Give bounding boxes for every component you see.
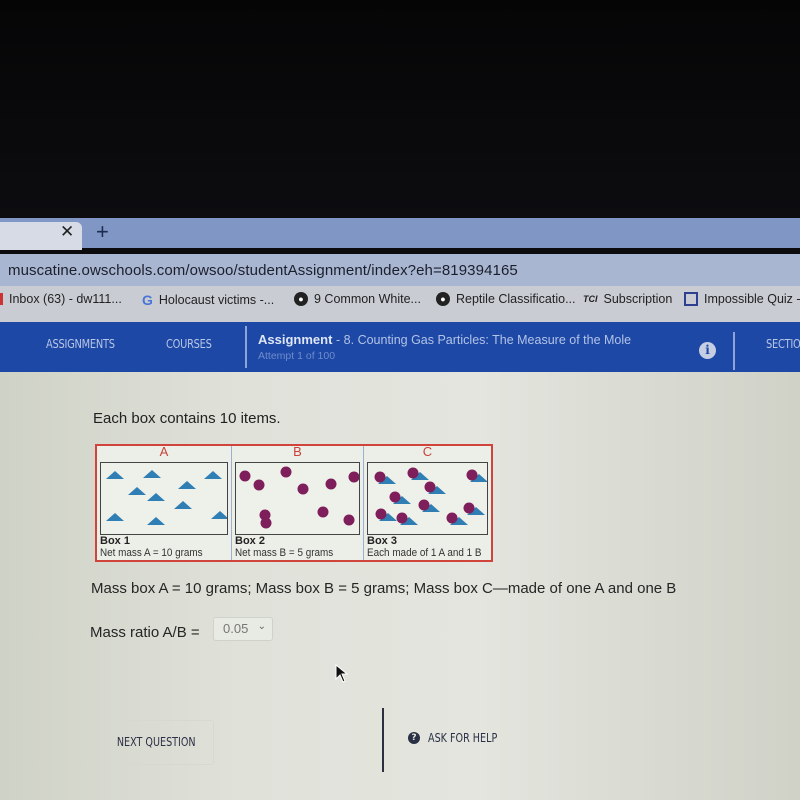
- assignment-label: Assignment: [258, 332, 333, 347]
- circle-particle: [325, 478, 337, 490]
- box-letter: B: [293, 444, 302, 459]
- circle-particle: [424, 481, 436, 493]
- footer-divider: [382, 708, 384, 772]
- circle-particle: [239, 470, 251, 482]
- box-b: [235, 462, 360, 535]
- triangle-particle: [106, 513, 124, 521]
- box-letter: A: [159, 444, 169, 459]
- bookmark-reptile[interactable]: ● Reptile Classificatio...: [436, 292, 576, 306]
- triangle-particle: [143, 470, 161, 478]
- window-icon: [684, 292, 698, 306]
- nav-courses[interactable]: COURSES: [166, 337, 212, 351]
- triangle-particle: [106, 471, 124, 479]
- gmail-icon: [0, 293, 3, 305]
- next-question-button[interactable]: NEXT QUESTION: [98, 720, 214, 765]
- attempt-counter: Attempt 1 of 100: [258, 350, 336, 362]
- mouse-cursor-icon: [335, 664, 349, 683]
- triangle-particle: [211, 511, 227, 519]
- bookmark-inbox[interactable]: Inbox (63) - dw111...: [0, 292, 122, 306]
- tab-strip: [0, 218, 800, 250]
- box-label: Box 1: [100, 535, 130, 547]
- circle-particle: [375, 508, 387, 520]
- nav-divider: [733, 332, 735, 370]
- circle-particle: [253, 479, 265, 491]
- bookmark-label: Holocaust victims -...: [158, 293, 275, 307]
- box-caption: Net mass A = 10 grams: [100, 547, 203, 559]
- tcr-icon: TCI: [583, 294, 598, 304]
- nav-assignments[interactable]: ASSIGNMENTS: [46, 337, 115, 351]
- bookmark-subscription[interactable]: TCI Subscription: [583, 292, 672, 306]
- bookmark-common-white[interactable]: ● 9 Common White...: [294, 292, 421, 306]
- box-c: [367, 462, 488, 535]
- chevron-down-icon: ⌄: [257, 621, 266, 632]
- triangles-group: [106, 470, 227, 525]
- new-tab-icon[interactable]: +: [96, 219, 109, 245]
- monitor-bezel: [0, 0, 800, 218]
- triangle-particle: [204, 471, 222, 479]
- nav-sections[interactable]: SECTION: [766, 337, 800, 351]
- bookmark-label: 9 Common White...: [314, 292, 421, 306]
- box-caption: Net mass B = 5 grams: [235, 547, 334, 559]
- box-caption: Each made of 1 A and 1 B: [367, 547, 482, 559]
- box-a: [100, 462, 228, 535]
- ask-for-help-label: ASK FOR HELP: [428, 731, 498, 745]
- nav-divider: [245, 326, 247, 368]
- globe-icon: ●: [436, 292, 450, 306]
- circle-particle: [317, 506, 329, 518]
- bookmark-label: Reptile Classificatio...: [456, 292, 576, 306]
- ratio-dropdown[interactable]: 0.05 ⌄: [213, 617, 273, 641]
- assignment-name: - 8. Counting Gas Particles: The Measure…: [336, 333, 632, 347]
- bookmark-holocaust[interactable]: G Holocaust victims -...: [142, 292, 274, 308]
- circles-group: [239, 466, 359, 529]
- circle-particle: [297, 483, 309, 495]
- bookmark-impossible-quiz[interactable]: Impossible Quiz - U: [684, 292, 800, 306]
- triangle-particle: [178, 481, 196, 489]
- box-letter: C: [422, 444, 433, 459]
- circle-particle: [446, 512, 458, 524]
- top-nav: [0, 322, 800, 372]
- ratio-label: Mass ratio A/B =: [90, 624, 200, 641]
- panel-a: A Box 1 Net mass A = 10 grams: [97, 444, 231, 560]
- google-icon: G: [142, 292, 153, 308]
- pairs-group: [374, 467, 487, 525]
- circle-particle: [463, 502, 475, 514]
- url-text[interactable]: muscatine.owschools.com/owsoo/studentAss…: [8, 262, 518, 279]
- circle-particle: [343, 514, 355, 526]
- bookmark-label: Inbox (63) - dw111...: [9, 292, 122, 306]
- boxes-figure: A Box 1 Net mass A = 10 grams B Box 2 Ne…: [95, 444, 493, 562]
- circle-particle: [374, 471, 386, 483]
- circle-particle: [407, 467, 419, 479]
- box-label: Box 2: [235, 535, 265, 547]
- next-question-label: NEXT QUESTION: [116, 735, 196, 749]
- circle-particle: [466, 469, 478, 481]
- ratio-value: 0.05: [223, 621, 249, 636]
- circle-particle: [418, 499, 430, 511]
- bookmark-label: Impossible Quiz - U: [704, 292, 800, 306]
- mass-statement: Mass box A = 10 grams; Mass box B = 5 gr…: [91, 580, 677, 597]
- bookmark-label: Subscription: [603, 292, 673, 306]
- panel-b: B Box 2 Net mass B = 5 grams: [232, 444, 363, 560]
- globe-icon: ●: [294, 292, 308, 306]
- circle-particle: [396, 512, 408, 524]
- circle-particle: [280, 466, 292, 478]
- circle-particle: [260, 517, 272, 529]
- question-mark-icon: ?: [408, 732, 420, 744]
- circle-particle: [348, 471, 359, 483]
- triangle-particle: [147, 517, 165, 525]
- triangle-particle: [128, 487, 146, 495]
- triangle-particle: [174, 501, 192, 509]
- circle-particle: [389, 491, 401, 503]
- triangle-particle: [147, 493, 165, 501]
- box-label: Box 3: [367, 535, 397, 547]
- question-heading: Each box contains 10 items.: [93, 410, 281, 427]
- assignment-title: Assignment - 8. Counting Gas Particles: …: [258, 332, 631, 347]
- close-tab-icon[interactable]: ✕: [60, 222, 74, 242]
- info-icon[interactable]: i: [699, 342, 716, 359]
- ask-for-help-button[interactable]: ? ASK FOR HELP: [408, 731, 515, 745]
- panel-c: C Box 3 Each made of 1 A and 1 B: [364, 444, 491, 560]
